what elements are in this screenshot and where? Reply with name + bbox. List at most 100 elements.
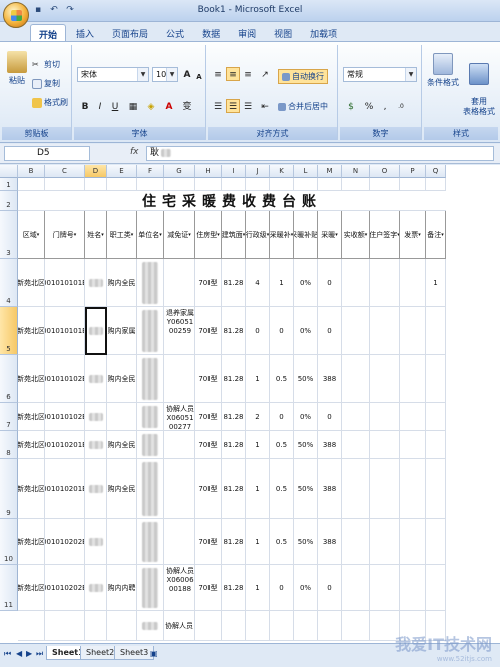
cell-H4[interactable]: 70Ⅱ型 bbox=[195, 259, 222, 307]
cell-L9[interactable]: 50% bbox=[294, 459, 318, 519]
row-header-7[interactable]: 7 bbox=[0, 403, 18, 431]
cell-B11[interactable]: 新苑北区 bbox=[18, 565, 45, 611]
cell-M7[interactable]: 0 bbox=[318, 403, 342, 431]
cell-K11[interactable]: 0 bbox=[270, 565, 294, 611]
sheet-title[interactable]: 住宅采暖费收费台账 bbox=[18, 191, 446, 211]
cell-E5[interactable]: 购内家属 bbox=[107, 307, 137, 355]
header-cell-E[interactable]: 职工类 ▾ bbox=[107, 211, 137, 259]
cell-G1[interactable] bbox=[164, 178, 195, 191]
cell-N6[interactable] bbox=[342, 355, 370, 403]
cell-D11[interactable] bbox=[85, 565, 107, 611]
last-sheet-icon[interactable]: ⏭ bbox=[36, 649, 43, 659]
column-header-J[interactable]: J bbox=[246, 165, 270, 178]
cell-M8[interactable]: 388 bbox=[318, 431, 342, 459]
cell-J4[interactable]: 4 bbox=[246, 259, 270, 307]
cell-H12[interactable] bbox=[195, 611, 222, 641]
first-sheet-icon[interactable]: ⏮ bbox=[4, 649, 11, 659]
formula-input[interactable]: 耿 bbox=[146, 146, 494, 161]
decrease-indent-button[interactable]: ⇤ bbox=[258, 99, 272, 113]
cell-M12[interactable] bbox=[318, 611, 342, 641]
row-header-1[interactable]: 1 bbox=[0, 178, 18, 191]
cell-K1[interactable] bbox=[270, 178, 294, 191]
cell-N12[interactable] bbox=[342, 611, 370, 641]
column-header-K[interactable]: K bbox=[270, 165, 294, 178]
cell-G5[interactable]: 退养家属Y0605100259 bbox=[164, 307, 195, 355]
column-header-Q[interactable]: Q bbox=[426, 165, 446, 178]
font-size-select[interactable]: 10 ▼ bbox=[152, 67, 178, 82]
row-header-10[interactable]: 10 bbox=[0, 519, 18, 565]
cell-C6[interactable]: 001010102B bbox=[45, 355, 85, 403]
border-button[interactable]: ▦ bbox=[126, 99, 140, 113]
cell-D7[interactable] bbox=[85, 403, 107, 431]
cell-N1[interactable] bbox=[342, 178, 370, 191]
cell-O4[interactable] bbox=[370, 259, 400, 307]
cell-H11[interactable]: 70Ⅱ型 bbox=[195, 565, 222, 611]
cell-P7[interactable] bbox=[400, 403, 426, 431]
cell-Q6[interactable] bbox=[426, 355, 446, 403]
cell-G7[interactable]: 协解人员X0605100277 bbox=[164, 403, 195, 431]
cell-O10[interactable] bbox=[370, 519, 400, 565]
header-cell-I[interactable]: 建筑面 ▾ bbox=[222, 211, 246, 259]
cell-L1[interactable] bbox=[294, 178, 318, 191]
cell-F5[interactable] bbox=[137, 307, 164, 355]
cell-B9[interactable]: 新苑北区 bbox=[18, 459, 45, 519]
header-cell-K[interactable]: 采暖补 ▾ bbox=[270, 211, 294, 259]
cell-J7[interactable]: 2 bbox=[246, 403, 270, 431]
cell-F9[interactable] bbox=[137, 459, 164, 519]
cell-E1[interactable] bbox=[107, 178, 137, 191]
cell-H5[interactable]: 70Ⅱ型 bbox=[195, 307, 222, 355]
cell-O9[interactable] bbox=[370, 459, 400, 519]
cell-I9[interactable]: 81.28 bbox=[222, 459, 246, 519]
cell-P9[interactable] bbox=[400, 459, 426, 519]
cell-I7[interactable]: 81.28 bbox=[222, 403, 246, 431]
row-header-8[interactable]: 8 bbox=[0, 431, 18, 459]
header-cell-L[interactable]: 采暖补贴 ▾ bbox=[294, 211, 318, 259]
orientation-button[interactable]: ↗ bbox=[258, 67, 272, 81]
cell-J6[interactable]: 1 bbox=[246, 355, 270, 403]
cell-Q5[interactable] bbox=[426, 307, 446, 355]
cell-G9[interactable] bbox=[164, 459, 195, 519]
header-cell-F[interactable]: 单位名 ▾ bbox=[137, 211, 164, 259]
cell-M11[interactable]: 0 bbox=[318, 565, 342, 611]
cell-P8[interactable] bbox=[400, 431, 426, 459]
cell-H8[interactable]: 70Ⅱ型 bbox=[195, 431, 222, 459]
cell-G4[interactable] bbox=[164, 259, 195, 307]
cell-F1[interactable] bbox=[137, 178, 164, 191]
cell-E7[interactable] bbox=[107, 403, 137, 431]
cell-D5[interactable] bbox=[85, 307, 107, 355]
cell-O1[interactable] bbox=[370, 178, 400, 191]
cell-K4[interactable]: 1 bbox=[270, 259, 294, 307]
filter-dropdown-icon[interactable]: ▾ bbox=[37, 232, 40, 238]
cell-M4[interactable]: 0 bbox=[318, 259, 342, 307]
cell-O11[interactable] bbox=[370, 565, 400, 611]
cell-P10[interactable] bbox=[400, 519, 426, 565]
row-header-2[interactable]: 2 bbox=[0, 191, 18, 211]
column-header-F[interactable]: F bbox=[137, 165, 164, 178]
cell-G12[interactable]: 协解人员 bbox=[164, 611, 195, 641]
cell-L5[interactable]: 0% bbox=[294, 307, 318, 355]
column-header-B[interactable]: B bbox=[18, 165, 45, 178]
prev-sheet-icon[interactable]: ◀ bbox=[16, 649, 22, 658]
cell-N4[interactable] bbox=[342, 259, 370, 307]
cell-E6[interactable]: 购内全民 bbox=[107, 355, 137, 403]
paste-button[interactable]: 粘贴 bbox=[6, 51, 28, 86]
header-cell-H[interactable]: 住房型 ▾ bbox=[195, 211, 222, 259]
cell-P11[interactable] bbox=[400, 565, 426, 611]
cell-P5[interactable] bbox=[400, 307, 426, 355]
cell-M6[interactable]: 388 bbox=[318, 355, 342, 403]
cell-Q7[interactable] bbox=[426, 403, 446, 431]
column-header-H[interactable]: H bbox=[195, 165, 222, 178]
cell-I5[interactable]: 81.28 bbox=[222, 307, 246, 355]
cell-B12[interactable] bbox=[18, 611, 45, 641]
cell-C10[interactable]: 001010202B bbox=[45, 519, 85, 565]
cell-O7[interactable] bbox=[370, 403, 400, 431]
row-header-3[interactable]: 3 bbox=[0, 211, 18, 259]
column-header-N[interactable]: N bbox=[342, 165, 370, 178]
cell-C9[interactable]: 001010201B bbox=[45, 459, 85, 519]
wrap-text-button[interactable]: 自动换行 bbox=[278, 69, 328, 84]
cell-N8[interactable] bbox=[342, 431, 370, 459]
cell-Q9[interactable] bbox=[426, 459, 446, 519]
cell-B10[interactable]: 新苑北区 bbox=[18, 519, 45, 565]
cell-I11[interactable]: 81.28 bbox=[222, 565, 246, 611]
comma-button[interactable]: , bbox=[378, 99, 392, 113]
